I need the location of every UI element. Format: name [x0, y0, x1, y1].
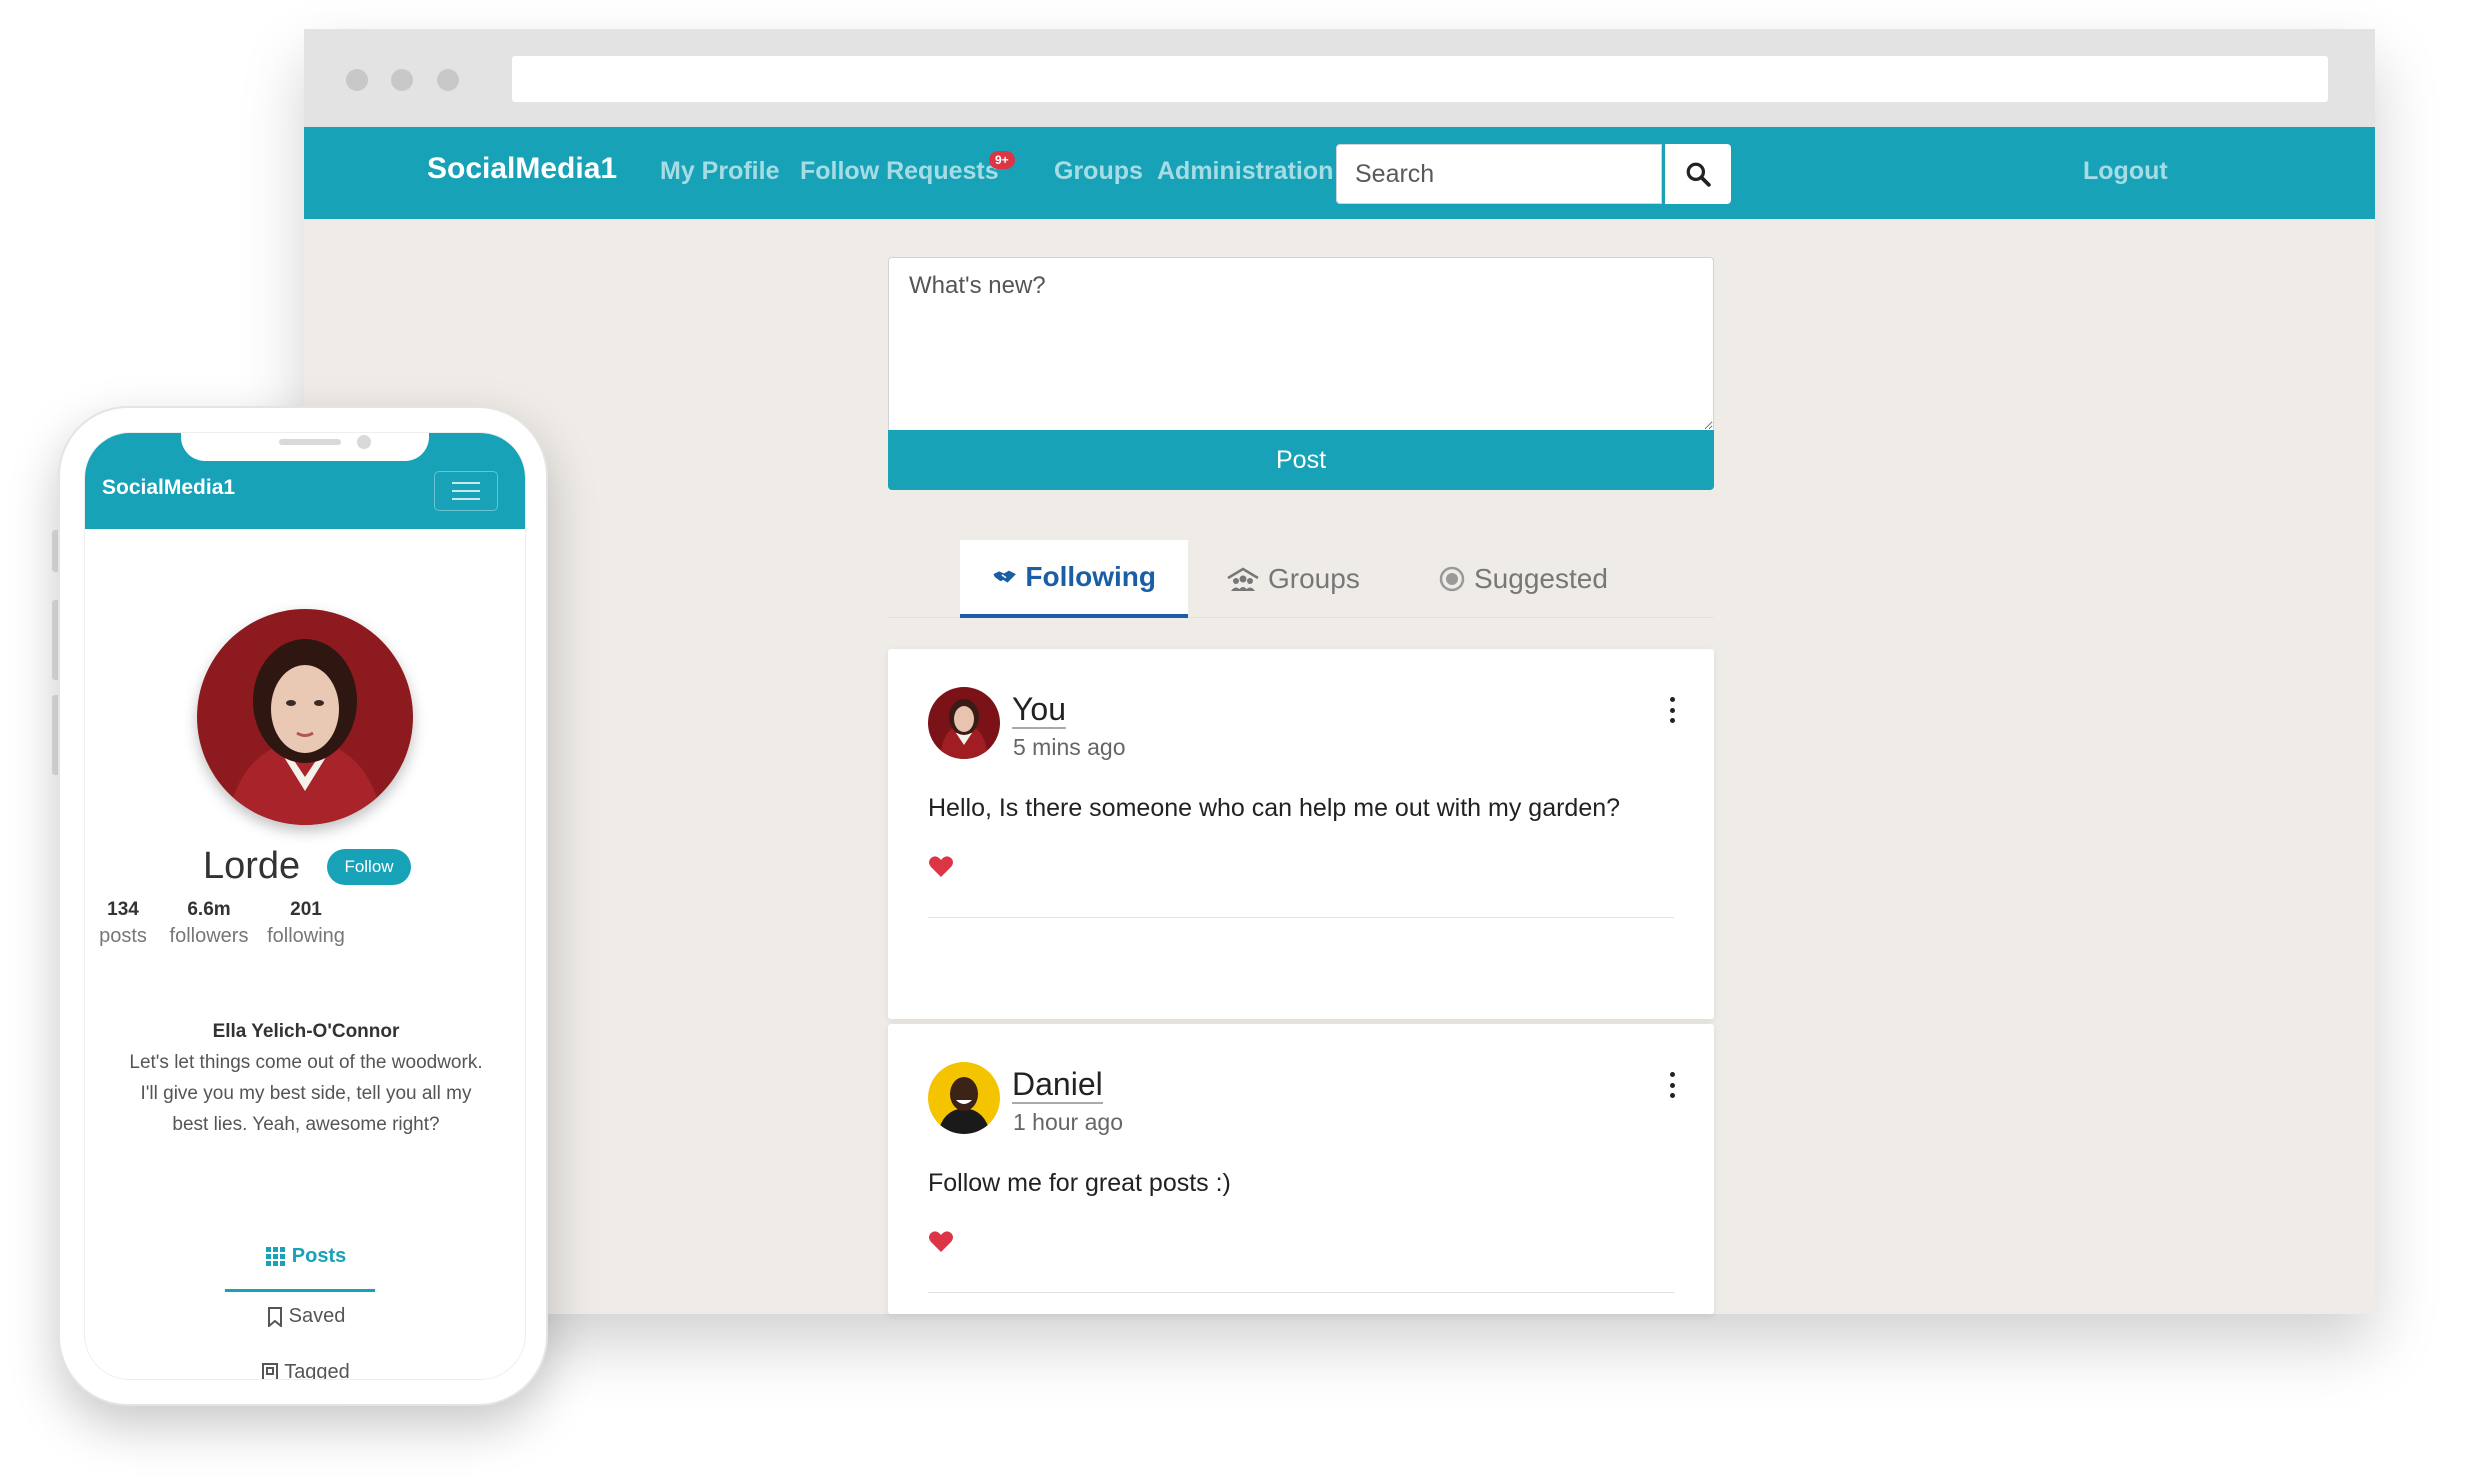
post-divider [928, 917, 1674, 918]
tab-saved-label: Saved [288, 1305, 346, 1327]
profile-full-name: Ella Yelich-O'Connor [212, 1021, 400, 1042]
profile-bio: Let's let things come out of the woodwor… [95, 1047, 517, 1140]
post-time: 5 mins ago [1013, 734, 1126, 760]
like-heart-icon[interactable] [928, 855, 954, 884]
more-options-icon[interactable] [1660, 693, 1684, 727]
tab-suggested-label: Suggested [1474, 563, 1608, 594]
bio-line: I'll give you my best side, tell you all… [140, 1083, 472, 1104]
tab-saved[interactable]: Saved [85, 1305, 525, 1328]
post-composer[interactable] [888, 257, 1714, 431]
post-card: You 5 mins ago Hello, Is there someone w… [888, 649, 1714, 1019]
more-options-icon[interactable] [1660, 1068, 1684, 1102]
tag-icon [262, 1362, 279, 1379]
tab-groups-label: Groups [1268, 563, 1360, 594]
tab-posts-underline [225, 1289, 375, 1292]
post-card: Daniel 1 hour ago Follow me for great po… [888, 1024, 1714, 1314]
post-time: 1 hour ago [1013, 1109, 1123, 1135]
group-icon [1227, 567, 1259, 591]
nav-follow-requests[interactable]: Follow Requests [800, 157, 999, 186]
bio-line: best lies. Yeah, awesome right? [172, 1114, 440, 1135]
logout-link[interactable]: Logout [2083, 157, 2168, 186]
phone-notch [181, 433, 429, 461]
tab-tagged-label: Tagged [284, 1361, 350, 1380]
tab-groups[interactable]: Groups [1226, 540, 1360, 618]
post-divider [928, 1292, 1674, 1293]
tab-posts[interactable]: Posts [85, 1245, 525, 1268]
mobile-brand-logo[interactable]: SocialMedia1 [102, 476, 235, 500]
tab-tagged[interactable]: Tagged [85, 1361, 525, 1380]
window-dot [437, 69, 459, 91]
search-button[interactable] [1665, 144, 1731, 204]
brand-logo[interactable]: SocialMedia1 [427, 152, 617, 186]
tab-suggested[interactable]: Suggested [1438, 540, 1608, 618]
grid-icon [265, 1246, 285, 1266]
stat-label: following [267, 925, 345, 947]
post-text: Hello, Is there someone who can help me … [928, 794, 1621, 822]
hamburger-menu-icon[interactable] [434, 471, 498, 511]
bio-line: Let's let things come out of the woodwor… [129, 1052, 483, 1073]
top-navbar: SocialMedia1 My Profile Follow Requests … [304, 127, 2375, 219]
search-icon [1686, 162, 1711, 187]
tab-following-label: Following [1025, 561, 1156, 592]
handshake-icon [993, 570, 1016, 583]
author-avatar[interactable] [928, 687, 1000, 759]
like-heart-icon[interactable] [928, 1230, 954, 1259]
phone-screen: SocialMedia1 Lorde Follow 134 posts 6.6m… [84, 432, 526, 1380]
post-author[interactable]: Daniel [1012, 1066, 1103, 1104]
browser-chrome [304, 29, 2375, 127]
phone-frame: SocialMedia1 Lorde Follow 134 posts 6.6m… [58, 406, 548, 1406]
nav-administration[interactable]: Administration [1157, 157, 1333, 186]
window-dot [346, 69, 368, 91]
nav-groups[interactable]: Groups [1054, 157, 1143, 186]
bookmark-icon [267, 1306, 282, 1327]
window-dot [391, 69, 413, 91]
post-author[interactable]: You [1012, 691, 1066, 729]
follow-requests-badge: 9+ [989, 151, 1015, 169]
speaker-grille [279, 439, 341, 445]
profile-avatar [197, 609, 413, 825]
search-input[interactable] [1336, 144, 1662, 204]
profile-name: Lorde [203, 845, 301, 887]
address-bar[interactable] [512, 56, 2328, 102]
stat-value: 201 [290, 899, 322, 920]
tab-posts-label: Posts [291, 1245, 347, 1267]
nav-my-profile[interactable]: My Profile [660, 157, 779, 186]
tab-following[interactable]: Following [960, 540, 1188, 618]
author-avatar[interactable] [928, 1062, 1000, 1134]
follow-button[interactable]: Follow [327, 849, 411, 885]
post-button[interactable]: Post [888, 430, 1714, 490]
browser-window: SocialMedia1 My Profile Follow Requests … [304, 29, 2375, 1314]
stat-following: 201 following [246, 899, 366, 948]
dot-circle-icon [1439, 566, 1465, 592]
front-camera [357, 435, 371, 449]
post-text: Follow me for great posts :) [928, 1169, 1231, 1197]
